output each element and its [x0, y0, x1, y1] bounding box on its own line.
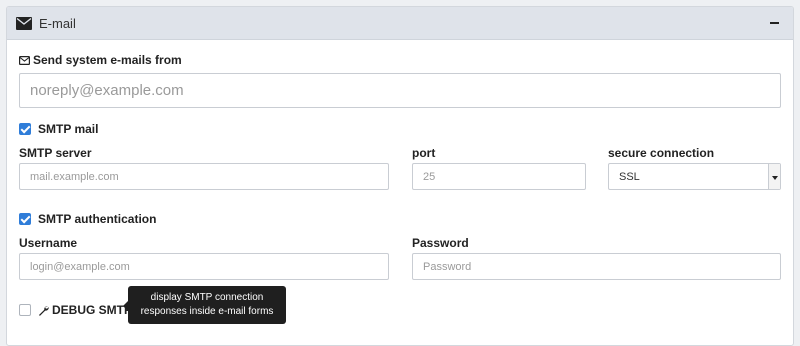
debug-tooltip: display SMTP connection responses inside…	[123, 286, 286, 324]
sender-label: Send system e-mails from	[33, 53, 182, 67]
smtp-server-label: SMTP server	[19, 146, 92, 160]
chevron-down-icon[interactable]	[768, 164, 780, 189]
sender-email-input[interactable]	[19, 73, 781, 108]
email-settings-panel: E-mail Send system e-mails from SMTP mai…	[6, 6, 794, 346]
debug-smtp-label: DEBUG SMTP	[52, 303, 133, 317]
password-input[interactable]	[412, 253, 781, 280]
envelope-icon	[16, 16, 32, 30]
debug-smtp-checkbox[interactable]	[19, 304, 31, 316]
envelope-outline-icon	[19, 55, 30, 65]
sender-label-row: Send system e-mails from	[19, 53, 182, 67]
smtp-server-input[interactable]	[19, 163, 389, 190]
tooltip-line-1: display SMTP connection	[150, 292, 264, 303]
password-label: Password	[412, 236, 469, 250]
collapse-button[interactable]	[767, 16, 781, 30]
secure-connection-value: SSL	[619, 170, 640, 183]
smtp-mail-checkbox[interactable]	[19, 123, 31, 135]
panel-title: E-mail	[39, 15, 76, 31]
port-label: port	[412, 146, 436, 160]
secure-connection-select[interactable]: SSL	[608, 163, 781, 190]
smtp-auth-checkbox[interactable]	[19, 213, 31, 225]
smtp-auth-label: SMTP authentication	[38, 212, 157, 226]
smtp-mail-label: SMTP mail	[38, 122, 99, 136]
wrench-icon	[38, 305, 49, 316]
username-label: Username	[19, 236, 78, 250]
port-input[interactable]	[412, 163, 586, 190]
secure-connection-label: secure connection	[608, 146, 715, 160]
tooltip-line-2: responses inside e-mail forms	[140, 306, 274, 317]
username-input[interactable]	[19, 253, 389, 280]
smtp-auth-row[interactable]: SMTP authentication	[19, 212, 156, 226]
smtp-mail-row[interactable]: SMTP mail	[19, 122, 98, 136]
panel-header[interactable]: E-mail	[7, 7, 793, 40]
